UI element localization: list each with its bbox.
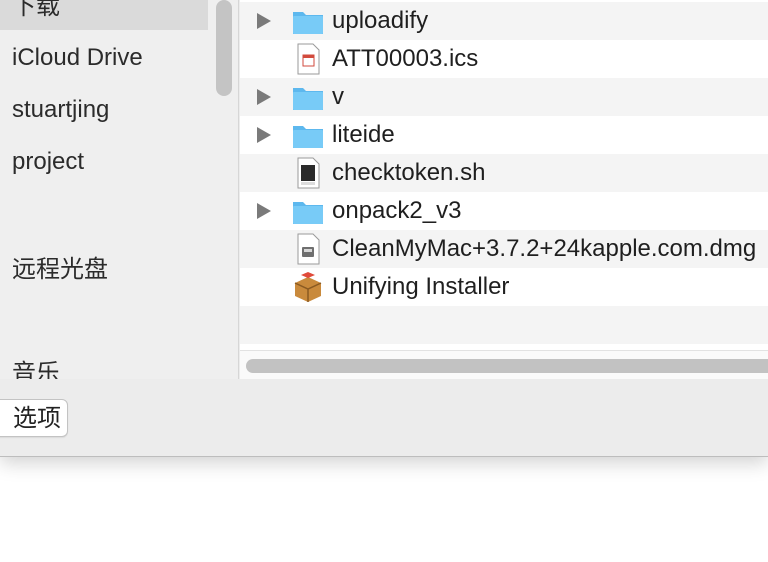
folder-icon	[292, 81, 324, 113]
horizontal-scrollbar-track	[240, 350, 768, 379]
file-dialog-window: 下载 iCloud Drive stuartjing project 远程光盘 …	[0, 0, 768, 457]
sidebar-item-icloud-drive[interactable]: iCloud Drive	[12, 43, 143, 73]
disk-image-icon	[292, 233, 324, 265]
file-row[interactable]: CleanMyMac+3.7.2+24kapple.com.dmg	[240, 230, 768, 268]
sidebar-item-remote-disc[interactable]: 远程光盘	[12, 255, 108, 285]
file-name: uploadify	[332, 7, 429, 34]
sidebar-scrollbar[interactable]	[216, 0, 232, 96]
calendar-file-icon	[292, 43, 324, 75]
disclosure-triangle-icon[interactable]	[257, 203, 271, 219]
folder-icon	[292, 195, 324, 227]
file-name: CleanMyMac+3.7.2+24kapple.com.dmg	[332, 235, 757, 262]
disclosure-triangle-icon[interactable]	[257, 13, 271, 29]
file-name: Unifying Installer	[332, 273, 510, 300]
options-button[interactable]: 选项	[0, 399, 68, 437]
file-name: onpack2_v3	[332, 197, 462, 224]
installer-package-icon	[292, 271, 324, 303]
file-name: v	[332, 83, 344, 110]
file-row[interactable]: onpack2_v3	[240, 192, 768, 230]
sidebar-item-project[interactable]: project	[12, 147, 84, 177]
file-list: uploadify ATT00003.ics v liteide checkto…	[240, 0, 768, 379]
file-name: liteide	[332, 121, 395, 148]
folder-icon	[292, 5, 324, 37]
disclosure-triangle-icon[interactable]	[257, 127, 271, 143]
sidebar-item-stuartjing[interactable]: stuartjing	[12, 95, 109, 125]
file-row[interactable]: checktoken.sh	[240, 154, 768, 192]
shell-script-icon	[292, 157, 324, 189]
file-name: checktoken.sh	[332, 159, 486, 186]
file-row[interactable]: liteide	[240, 116, 768, 154]
disclosure-triangle-icon[interactable]	[257, 89, 271, 105]
horizontal-scrollbar-thumb[interactable]	[246, 359, 768, 373]
file-row[interactable]: Unifying Installer	[240, 268, 768, 306]
folder-icon	[292, 119, 324, 151]
empty-row	[240, 306, 768, 344]
file-row[interactable]: uploadify	[240, 2, 768, 40]
file-name: ATT00003.ics	[332, 45, 479, 72]
file-row[interactable]: v	[240, 78, 768, 116]
sidebar: 下载 iCloud Drive stuartjing project 远程光盘 …	[0, 0, 239, 379]
sidebar-item-music[interactable]: 音乐	[12, 359, 60, 379]
sidebar-item-downloads[interactable]: 下载	[12, 0, 60, 22]
file-row[interactable]: ATT00003.ics	[240, 40, 768, 78]
